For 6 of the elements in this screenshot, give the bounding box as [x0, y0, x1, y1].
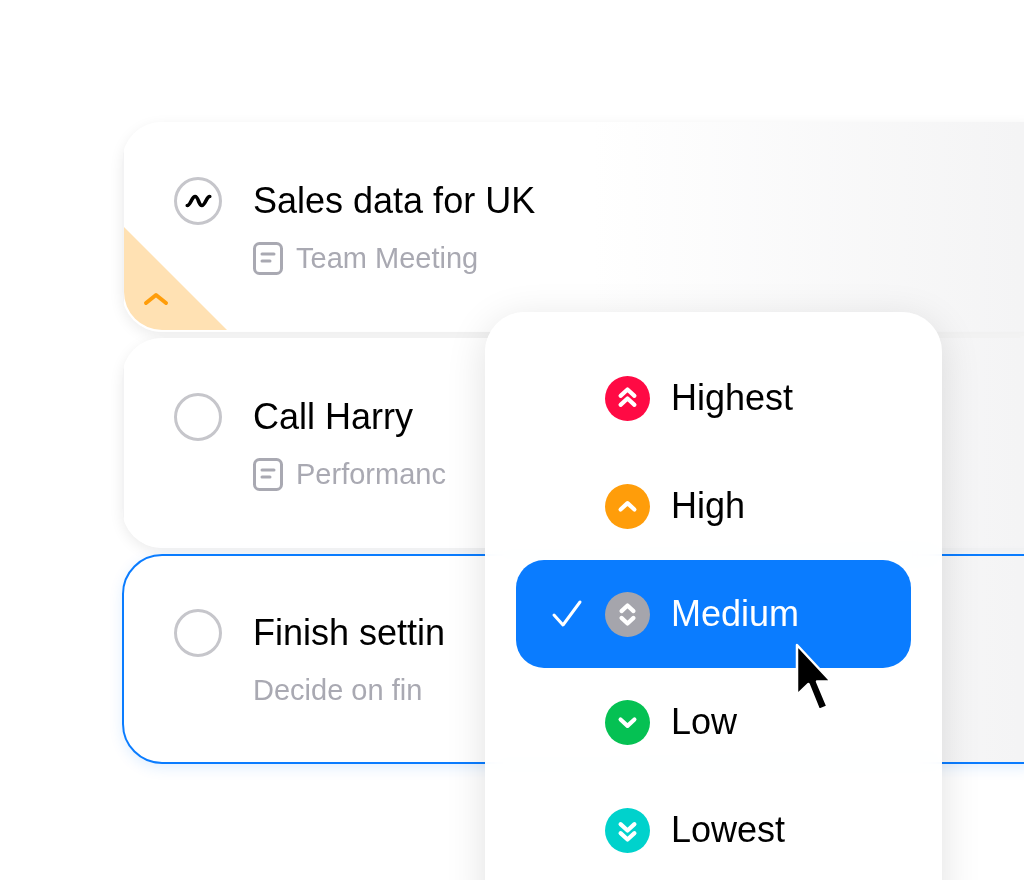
task-title: Finish settin	[253, 611, 446, 655]
task-note: Team Meeting	[296, 241, 479, 276]
task-title: Call Harry	[253, 395, 414, 439]
task-description: Decide on fin	[253, 673, 424, 708]
task-title: Sales data for UK	[253, 179, 536, 223]
task-note: Performanc	[296, 457, 446, 492]
